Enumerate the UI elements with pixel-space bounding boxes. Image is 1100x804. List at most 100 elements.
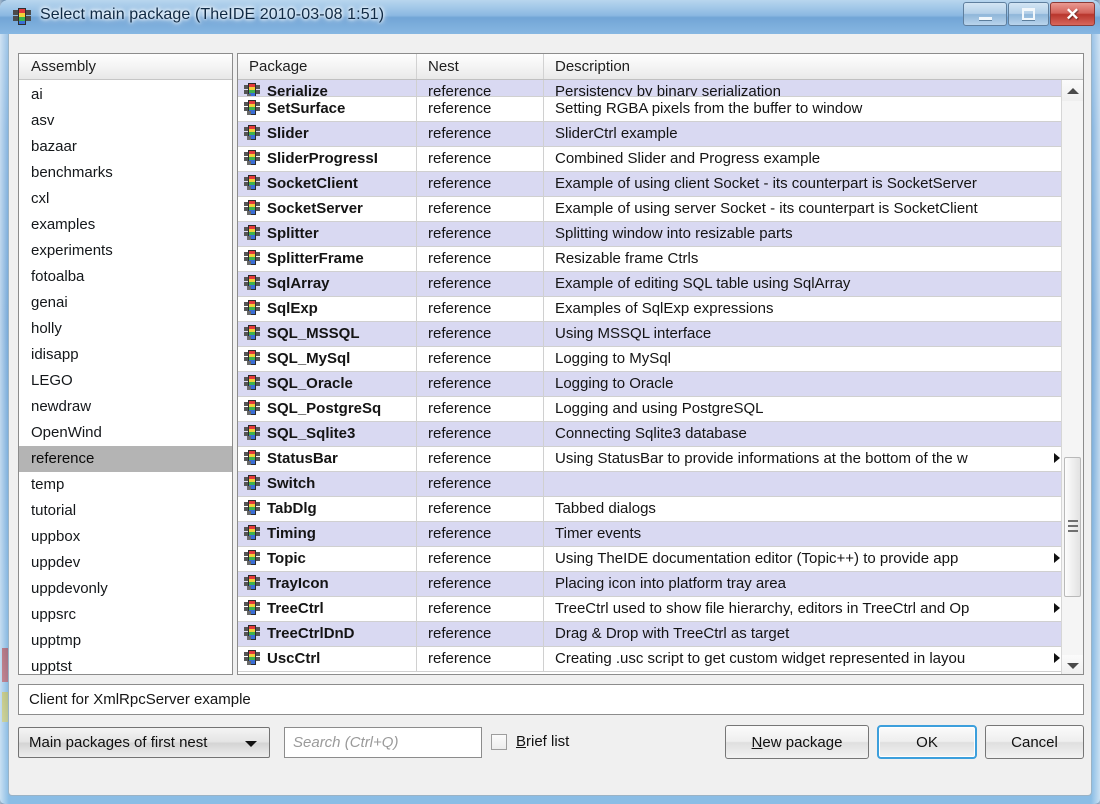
assembly-item-newdraw[interactable]: newdraw (19, 394, 232, 420)
cell-description: Example of using client Socket - its cou… (544, 172, 1062, 196)
minimize-button[interactable] (963, 2, 1007, 26)
assembly-list[interactable]: aiasvbazaarbenchmarkscxlexamplesexperime… (19, 80, 232, 680)
package-icon (244, 83, 261, 96)
assembly-item-uppbox[interactable]: uppbox (19, 524, 232, 550)
assembly-list-panel[interactable]: Assembly aiasvbazaarbenchmarkscxlexample… (18, 53, 233, 675)
cancel-button[interactable]: Cancel (985, 725, 1084, 759)
table-row[interactable]: UscCtrlreferenceCreating .usc script to … (238, 647, 1062, 672)
package-name-label: TabDlg (267, 497, 317, 521)
assembly-item-genai[interactable]: genai (19, 290, 232, 316)
assembly-item-upptst[interactable]: upptst (19, 654, 232, 680)
assembly-item-bazaar[interactable]: bazaar (19, 134, 232, 160)
package-name-label: Timing (267, 522, 316, 546)
table-row[interactable]: SqlExpreferenceExamples of SqlExp expres… (238, 297, 1062, 322)
table-row[interactable]: SerializereferencePersistency by binary … (238, 80, 1062, 97)
assembly-item-openwind[interactable]: OpenWind (19, 420, 232, 446)
package-name-label: Serialize (267, 80, 328, 96)
table-row[interactable]: SocketClientreferenceExample of using cl… (238, 172, 1062, 197)
package-icon (244, 525, 261, 542)
table-row[interactable]: SplitterFramereferenceResizable frame Ct… (238, 247, 1062, 272)
column-header-package[interactable]: Package (238, 54, 417, 79)
package-table-panel[interactable]: Package Nest Description Serialize refere… (237, 53, 1084, 675)
assembly-item-uppsrc[interactable]: uppsrc (19, 602, 232, 628)
assembly-item-experiments[interactable]: experiments (19, 238, 232, 264)
table-row[interactable]: SplitterreferenceSplitting window into r… (238, 222, 1062, 247)
cell-description: Splitting window into resizable parts (544, 222, 1062, 246)
table-row[interactable]: StatusBarreferenceUsing StatusBar to pro… (238, 447, 1062, 472)
cell-package-name: Topic (238, 547, 417, 571)
package-filter-dropdown[interactable]: Main packages of first nest (18, 727, 270, 758)
package-name-label: Slider (267, 122, 309, 146)
package-table-rows[interactable]: SerializereferencePersistency by binary … (238, 80, 1062, 675)
package-table-scrollbar[interactable] (1061, 80, 1083, 675)
assembly-item-examples[interactable]: examples (19, 212, 232, 238)
table-row[interactable]: TabDlgreferenceTabbed dialogs (238, 497, 1062, 522)
cell-nest: reference (417, 272, 544, 296)
assembly-item-uppdevonly[interactable]: uppdevonly (19, 576, 232, 602)
assembly-item-upptmp[interactable]: upptmp (19, 628, 232, 654)
cell-description: SliderCtrl example (544, 122, 1062, 146)
text-overflow-arrow-icon (1054, 653, 1060, 663)
cell-nest: reference (417, 122, 544, 146)
scroll-down-button[interactable] (1062, 655, 1083, 675)
assembly-item-cxl[interactable]: cxl (19, 186, 232, 212)
maximize-button[interactable] (1008, 2, 1049, 26)
brief-list-checkbox[interactable] (491, 734, 507, 750)
table-row[interactable]: SocketServerreferenceExample of using se… (238, 197, 1062, 222)
assembly-item-benchmarks[interactable]: benchmarks (19, 160, 232, 186)
table-row[interactable]: TreeCtrlreferenceTreeCtrl used to show f… (238, 597, 1062, 622)
package-icon (244, 375, 261, 392)
assembly-item-holly[interactable]: holly (19, 316, 232, 342)
table-row[interactable]: TrayIconreferencePlacing icon into platf… (238, 572, 1062, 597)
cell-package-name: StatusBar (238, 447, 417, 471)
cell-package-name: TreeCtrl (238, 597, 417, 621)
table-row[interactable]: SQL_PostgreSqreferenceLogging and using … (238, 397, 1062, 422)
scroll-up-button[interactable] (1062, 80, 1083, 101)
package-icon (244, 325, 261, 342)
cell-description (544, 472, 1062, 496)
assembly-item-temp[interactable]: temp (19, 472, 232, 498)
column-header-description[interactable]: Description (544, 54, 1062, 79)
table-row[interactable]: SQL_Sqlite3referenceConnecting Sqlite3 d… (238, 422, 1062, 447)
cell-description: Logging to MySql (544, 347, 1062, 371)
cell-nest: reference (417, 97, 544, 121)
chevron-up-icon (1067, 88, 1079, 94)
assembly-item-ai[interactable]: ai (19, 82, 232, 108)
table-row[interactable]: SetSurfacereferenceSetting RGBA pixels f… (238, 97, 1062, 122)
search-input[interactable]: Search (Ctrl+Q) (284, 727, 482, 758)
table-row[interactable]: TreeCtrlDnDreferenceDrag & Drop with Tre… (238, 622, 1062, 647)
assembly-item-asv[interactable]: asv (19, 108, 232, 134)
table-row[interactable]: SliderProgressIreferenceCombined Slider … (238, 147, 1062, 172)
assembly-item-uppdev[interactable]: uppdev (19, 550, 232, 576)
cell-package-name: TabDlg (238, 497, 417, 521)
assembly-item-lego[interactable]: LEGO (19, 368, 232, 394)
cell-nest: reference (417, 372, 544, 396)
brief-list-checkbox-group[interactable]: Brief list (491, 733, 569, 750)
package-name-label: SqlArray (267, 272, 330, 296)
cell-nest: reference (417, 80, 544, 96)
table-row[interactable]: SQL_OraclereferenceLogging to Oracle (238, 372, 1062, 397)
table-row[interactable]: SQL_MSSQLreferenceUsing MSSQL interface (238, 322, 1062, 347)
table-row[interactable]: SqlArrayreferenceExample of editing SQL … (238, 272, 1062, 297)
close-button[interactable]: ✕ (1050, 2, 1095, 26)
assembly-item-idisapp[interactable]: idisapp (19, 342, 232, 368)
column-header-nest[interactable]: Nest (417, 54, 544, 79)
scrollbar-thumb[interactable] (1064, 457, 1081, 597)
assembly-item-fotoalba[interactable]: fotoalba (19, 264, 232, 290)
cell-package-name: Timing (238, 522, 417, 546)
ok-button[interactable]: OK (877, 725, 977, 759)
assembly-item-tutorial[interactable]: tutorial (19, 498, 232, 524)
cell-nest: reference (417, 247, 544, 271)
table-row[interactable]: TopicreferenceUsing TheIDE documentation… (238, 547, 1062, 572)
cell-nest: reference (417, 472, 544, 496)
table-row[interactable]: SQL_MySqlreferenceLogging to MySql (238, 347, 1062, 372)
table-row[interactable]: Slider referenceSliderCtrl example (238, 122, 1062, 147)
package-icon (244, 100, 261, 117)
table-row[interactable]: Switchreference (238, 472, 1062, 497)
title-bar: Select main package (TheIDE 2010-03-08 1… (0, 0, 1100, 34)
assembly-item-reference[interactable]: reference (19, 446, 232, 472)
new-package-button[interactable]: New package (725, 725, 869, 759)
cell-nest: reference (417, 222, 544, 246)
table-row[interactable]: TimingreferenceTimer events (238, 522, 1062, 547)
cell-description: Tabbed dialogs (544, 497, 1062, 521)
